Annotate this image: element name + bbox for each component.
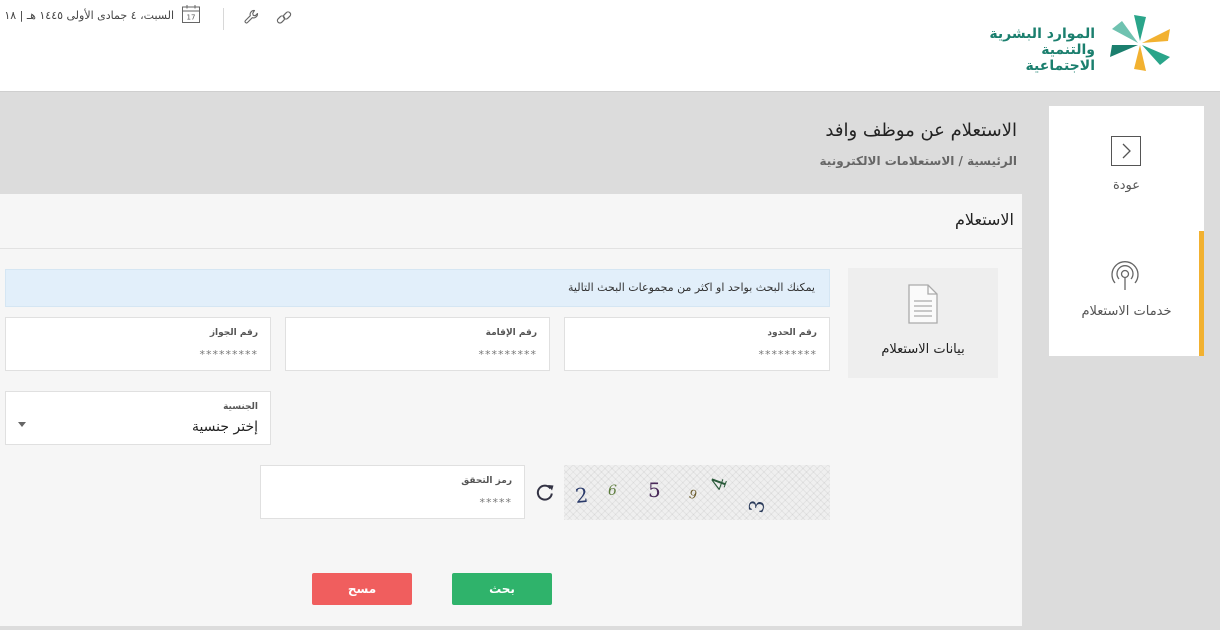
captcha-image: 2 6 5 9 4 3 (564, 465, 830, 520)
page-title: الاستعلام عن موظف وافد (825, 120, 1017, 141)
info-alert: يمكنك البحث بواحد او اكثر من مجموعات الب… (5, 269, 830, 307)
top-header: السبت، ٤ جمادى الأولى ١٤٤٥ هـ | ١٨ نوفمب… (0, 0, 1220, 92)
section-label: بيانات الاستعلام (881, 342, 965, 357)
captcha-digit: 4 (705, 473, 732, 493)
ministry-logo-icon[interactable] (1100, 12, 1180, 74)
search-button[interactable]: بحث (452, 573, 552, 605)
logo-text: الموارد البشرية والتنمية الاجتماعية (975, 26, 1095, 74)
captcha-input[interactable] (275, 496, 512, 509)
active-nav-indicator (1199, 231, 1204, 356)
inquiry-services-nav-item[interactable]: خدمات الاستعلام (1049, 231, 1204, 356)
captcha-label: رمز التحقق (461, 476, 512, 486)
calendar-day: 17 (187, 14, 196, 22)
broadcast-icon (1111, 261, 1139, 290)
logo-line1: الموارد البشرية (989, 26, 1095, 42)
link-icon[interactable] (275, 9, 293, 27)
iqama-number-input[interactable] (300, 348, 537, 361)
header-divider (223, 8, 224, 30)
card-divider (0, 248, 1022, 249)
card-title: الاستعلام (955, 210, 1014, 229)
nationality-select[interactable]: الجنسية إختر جنسية (5, 391, 271, 445)
nationality-label: الجنسية (223, 402, 258, 412)
captcha-digit: 6 (608, 483, 617, 499)
captcha-digit: 5 (648, 478, 661, 502)
clear-button[interactable]: مسح (312, 573, 412, 605)
passport-number-label: رقم الجواز (209, 328, 258, 338)
calendar-icon[interactable]: 17 (181, 4, 201, 24)
chevron-right-icon (1111, 136, 1141, 166)
captcha-field[interactable]: رمز التحقق (260, 465, 525, 519)
date-text: السبت، ٤ جمادى الأولى ١٤٤٥ هـ | ١٨ نوفمب… (0, 9, 174, 22)
info-text: يمكنك البحث بواحد او اكثر من مجموعات الب… (568, 281, 815, 294)
inquiry-data-section: بيانات الاستعلام (848, 268, 998, 378)
inquiry-card: الاستعلام بيانات الاستعلام يمكنك البحث ب… (0, 194, 1022, 626)
border-number-field[interactable]: رقم الحدود (564, 317, 830, 371)
iqama-number-label: رقم الإقامة (485, 328, 537, 338)
back-label: عودة (1112, 178, 1141, 193)
refresh-captcha-icon[interactable] (535, 482, 555, 502)
document-icon (908, 284, 938, 324)
wrench-icon[interactable] (243, 8, 261, 26)
nationality-value: إختر جنسية (191, 419, 258, 435)
passport-number-input[interactable] (20, 348, 258, 361)
iqama-number-field[interactable]: رقم الإقامة (285, 317, 550, 371)
captcha-digit: 3 (744, 498, 770, 515)
captcha-digit: 9 (687, 487, 699, 503)
inquiry-services-label: خدمات الاستعلام (1081, 304, 1172, 319)
captcha-digit: 2 (574, 483, 589, 508)
border-number-input[interactable] (579, 348, 817, 361)
back-button[interactable]: عودة (1049, 106, 1204, 231)
caret-down-icon (18, 422, 26, 427)
logo-line2: والتنمية الاجتماعية (1025, 42, 1095, 74)
side-navigation: عودة خدمات الاستعلام (1049, 106, 1204, 356)
breadcrumb[interactable]: الرئيسية / الاستعلامات الالكترونية (820, 154, 1017, 168)
border-number-label: رقم الحدود (767, 328, 817, 338)
passport-number-field[interactable]: رقم الجواز (5, 317, 271, 371)
